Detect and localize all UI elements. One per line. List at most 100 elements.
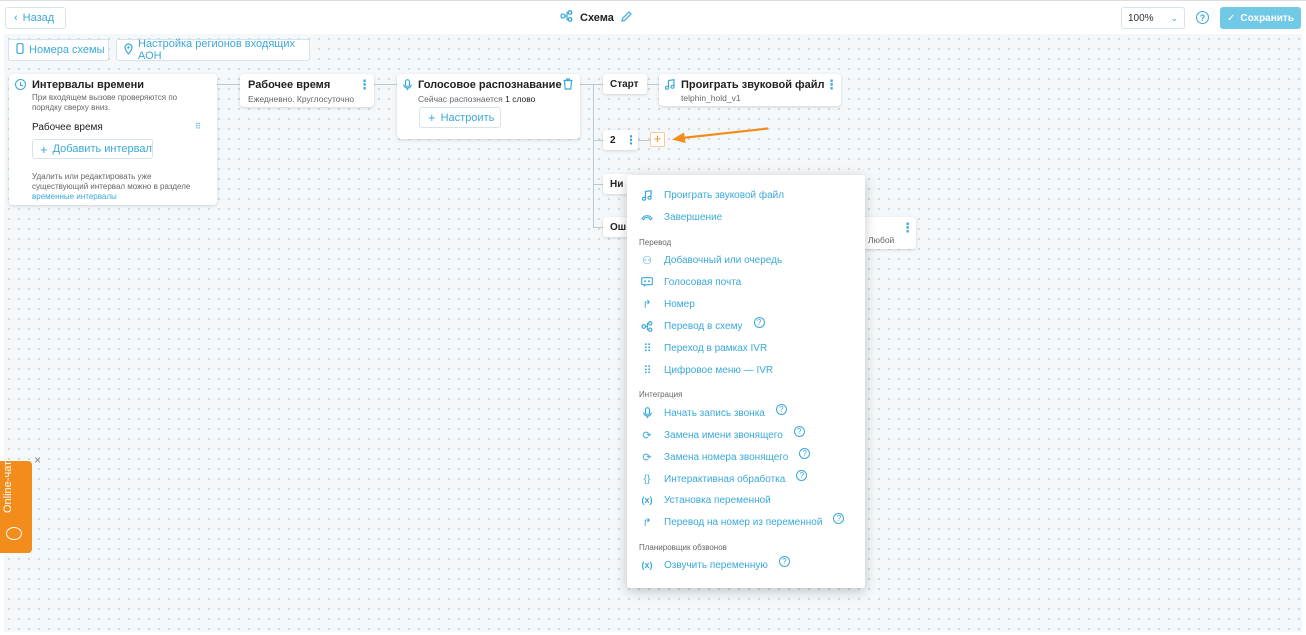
time-intervals-link[interactable]: временные интервалы xyxy=(32,192,117,201)
voice-recognition-card[interactable]: Голосовое распознавание Сейчас распознае… xyxy=(397,74,580,139)
help-icon[interactable]: ? xyxy=(775,403,787,415)
play-sound-subtitle: telphin_hold_v1 xyxy=(681,93,741,103)
menu-item-hangup[interactable]: Завершение xyxy=(639,208,722,226)
connector-line xyxy=(217,84,240,85)
menu-item-replace-caller-name[interactable]: ⟳ Замена имени звонящего ? xyxy=(639,425,805,444)
configure-button[interactable]: + Настроить xyxy=(419,107,501,128)
more-vertical-icon[interactable]: ⋮ xyxy=(901,221,914,234)
edit-pencil-icon[interactable] xyxy=(621,10,632,25)
voice-recognition-subtitle: Сейчас распознается 1 слово xyxy=(418,94,535,104)
menu-item-interactive-processing[interactable]: {} Интерактивная обработка ? xyxy=(639,469,808,488)
help-icon[interactable]: ? xyxy=(1196,11,1209,24)
menu-item-extension-queue[interactable]: ⚇ Добавочный или очередь xyxy=(639,251,782,269)
menu-item-label: Проиграть звуковой файл xyxy=(664,189,785,201)
branch-2-label: 2 xyxy=(610,134,616,146)
help-icon[interactable]: ? xyxy=(793,425,805,437)
menu-item-label: Перевод в схему xyxy=(664,320,743,332)
branch-start[interactable]: Старт xyxy=(603,74,647,94)
scheme-icon xyxy=(639,320,655,332)
work-time-card[interactable]: Рабочее время Ежедневно. Круглосуточно ⋮ xyxy=(240,74,374,107)
help-icon[interactable]: ? xyxy=(753,316,765,328)
menu-item-play-sound[interactable]: Проиграть звуковой файл xyxy=(639,186,784,204)
menu-item-label: Интерактивная обработка xyxy=(664,473,786,485)
menu-section-header: Интеграция xyxy=(639,390,683,399)
microphone-icon xyxy=(403,79,412,94)
branch-start-label: Старт xyxy=(610,78,639,90)
menu-item-speak-variable[interactable]: (x) Озвучить переменную ? xyxy=(639,555,790,574)
music-icon xyxy=(664,79,675,93)
scheme-title-group: Схема xyxy=(560,10,632,25)
menu-item-label: Цифровое меню — IVR xyxy=(664,364,774,376)
scheme-numbers-label: Номера схемы xyxy=(29,44,105,56)
connector-line xyxy=(593,140,603,141)
add-interval-button[interactable]: + Добавить интервал xyxy=(32,139,153,159)
drag-handle-icon[interactable]: ⠿ xyxy=(195,122,201,131)
add-interval-label: Добавить интервал xyxy=(52,143,152,155)
work-time-subtitle: Ежедневно. Круглосуточно xyxy=(248,94,355,104)
connector-line xyxy=(638,140,650,141)
connector-line xyxy=(593,84,594,227)
time-intervals-card[interactable]: Интервалы времени При входящем вызове пр… xyxy=(9,74,217,205)
menu-item-number[interactable]: ↱ Номер xyxy=(639,295,695,313)
connector-line xyxy=(374,84,397,85)
keypad-icon: ⠿ xyxy=(643,364,651,377)
scheme-numbers-button[interactable]: Номера схемы xyxy=(8,39,109,61)
voice-recognition-title: Голосовое распознавание xyxy=(418,79,562,91)
help-icon[interactable]: ? xyxy=(778,555,790,567)
interval-item-label: Рабочее время xyxy=(32,122,103,133)
menu-item-ivr-jump[interactable]: ⠿ Переход в рамках IVR xyxy=(639,339,767,357)
menu-section-header: Планировщик обзвонов xyxy=(639,543,727,552)
back-label: Назад xyxy=(22,12,55,24)
menu-item-ivr-menu[interactable]: ⠿ Цифровое меню — IVR xyxy=(639,361,773,379)
check-icon: ✓ xyxy=(1227,12,1236,24)
back-button[interactable]: ‹ Назад xyxy=(5,7,66,29)
braces-icon: {} xyxy=(643,473,651,485)
more-vertical-icon[interactable]: ⋮ xyxy=(625,133,637,147)
help-icon[interactable]: ? xyxy=(833,512,845,524)
phone-icon xyxy=(16,43,24,57)
branch-2[interactable]: 2 ⋮ xyxy=(603,130,638,150)
online-chat-widget[interactable]: Online-чат xyxy=(0,461,32,553)
swap-icon: ⟳ xyxy=(642,429,652,442)
connector-line xyxy=(647,84,659,85)
chevron-left-icon: ‹ xyxy=(14,12,18,24)
menu-item-label: Озвучить переменную xyxy=(664,559,768,571)
intervals-note: Удалить или редактировать уже существующ… xyxy=(32,172,204,202)
menu-item-transfer-scheme[interactable]: Перевод в схему ? xyxy=(639,316,765,335)
close-icon[interactable]: × xyxy=(34,453,41,467)
scheme-title: Схема xyxy=(580,11,614,24)
menu-item-label: Номер xyxy=(664,298,695,310)
regions-settings-button[interactable]: Настройка регионов входящих АОН xyxy=(116,38,310,62)
chat-bubble-icon xyxy=(6,527,22,540)
voicemail-icon xyxy=(639,277,655,287)
help-icon[interactable]: ? xyxy=(799,447,811,459)
trash-icon[interactable] xyxy=(563,78,573,93)
menu-item-start-recording[interactable]: Начать запись звонка ? xyxy=(639,403,787,422)
zoom-select[interactable]: 100% ⌄ xyxy=(1121,7,1185,29)
time-intervals-title: Интервалы времени xyxy=(32,79,145,91)
menu-item-replace-caller-number[interactable]: ⟳ Замена номера звонящего ? xyxy=(639,447,811,466)
more-vertical-icon[interactable]: ⋮ xyxy=(358,78,371,91)
menu-item-transfer-variable-number[interactable]: ↱ Перевод на номер из переменной ? xyxy=(639,512,845,531)
variable-icon: (x) xyxy=(641,560,653,570)
voice-recognition-word-count: 1 слово xyxy=(505,94,536,104)
connector-line xyxy=(593,227,603,228)
swap-icon: ⟳ xyxy=(642,451,652,464)
more-vertical-icon[interactable]: ⋮ xyxy=(825,78,838,91)
menu-item-label: Замена номера звонящего xyxy=(664,451,789,463)
branch-nothing-label: Ни xyxy=(610,178,624,190)
add-action-button[interactable]: + xyxy=(650,132,665,147)
help-icon[interactable]: ? xyxy=(796,469,808,481)
menu-item-label: Установка переменной xyxy=(664,494,771,506)
configure-label: Настроить xyxy=(440,111,495,124)
menu-item-voicemail[interactable]: Голосовая почта xyxy=(639,273,741,291)
time-intervals-description: При входящем вызове проверяются по поряд… xyxy=(32,93,178,112)
connector-line xyxy=(580,84,603,85)
save-button[interactable]: ✓ Сохранить xyxy=(1220,7,1301,29)
save-label: Сохранить xyxy=(1240,12,1294,24)
menu-item-set-variable[interactable]: (x) Установка переменной xyxy=(639,491,771,509)
branch-error-label: Ош xyxy=(610,221,627,233)
menu-item-label: Переход в рамках IVR xyxy=(664,342,768,354)
play-sound-card[interactable]: Проиграть звуковой файл telphin_hold_v1 … xyxy=(659,74,841,106)
add-action-menu: Проиграть звуковой файл Завершение Перев… xyxy=(627,175,865,588)
